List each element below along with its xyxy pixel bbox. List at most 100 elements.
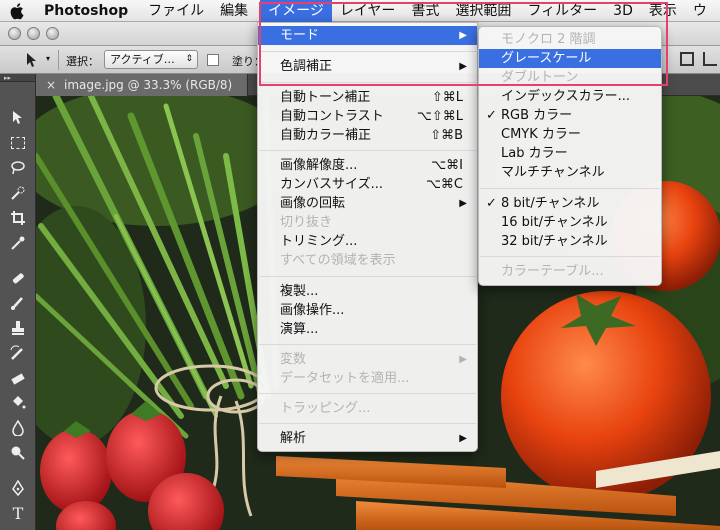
paint-bucket-tool-icon[interactable] — [8, 393, 28, 413]
menu-separator — [259, 150, 476, 151]
mode-item-lab[interactable]: Lab カラー — [479, 144, 661, 163]
menu-item-mode[interactable]: モード ▶ — [258, 26, 477, 45]
checkmark-icon: ✓ — [486, 108, 497, 123]
eraser-tool-icon[interactable] — [8, 368, 28, 388]
menu-edit[interactable]: 編集 — [212, 0, 256, 22]
mode-item-16bit[interactable]: 16 bit/チャンネル — [479, 213, 661, 232]
mode-item-rgb-label: RGB カラー — [501, 108, 573, 123]
menu-item-variables-label: 変数 — [280, 352, 307, 367]
menu-item-apply-image-label: 画像操作... — [280, 303, 345, 318]
crop-tool-icon[interactable] — [8, 208, 28, 228]
select-label: 選択： — [66, 55, 99, 68]
menu-item-analysis[interactable]: 解析 ▶ — [258, 429, 477, 448]
menu-item-trap-label: トラッピング... — [280, 401, 371, 416]
menu-item-calculations-label: 演算... — [280, 322, 319, 337]
mode-item-multichannel[interactable]: マルチチャンネル — [479, 163, 661, 182]
shortcut-auto-tone: ⇧⌘L — [431, 90, 463, 105]
menu-image[interactable]: イメージ — [260, 0, 332, 22]
menu-item-apply-image[interactable]: 画像操作... — [258, 301, 477, 320]
mode-item-bitmap-label: モノクロ 2 階調 — [501, 32, 596, 47]
menu-item-crop-label: 切り抜き — [280, 215, 333, 230]
menu-item-calculations[interactable]: 演算... — [258, 320, 477, 339]
menu-item-apply-dataset: データセットを適用... — [258, 369, 477, 388]
menu-file[interactable]: ファイル — [140, 0, 212, 22]
minimize-window-button[interactable] — [27, 27, 40, 40]
pen-tool-icon[interactable] — [8, 478, 28, 498]
menu-item-trim[interactable]: トリミング... — [258, 232, 477, 251]
close-tab-icon[interactable]: × — [46, 74, 56, 96]
menu-item-canvas-size[interactable]: カンバスサイズ... ⌥⌘C — [258, 175, 477, 194]
mode-item-8bit[interactable]: ✓ 8 bit/チャンネル — [479, 194, 661, 213]
menu-view[interactable]: 表示 — [641, 0, 685, 22]
mode-item-bitmap: モノクロ 2 階調 — [479, 30, 661, 49]
shortcut-auto-color: ⇧⌘B — [430, 128, 463, 143]
updown-icon: ⇕ — [185, 54, 193, 64]
menu-item-image-size[interactable]: 画像解像度... ⌥⌘I — [258, 156, 477, 175]
menu-separator — [259, 82, 476, 83]
menu-item-auto-contrast[interactable]: 自動コントラスト ⌥⇧⌘L — [258, 107, 477, 126]
toolbox: ▸▸ T — [0, 74, 36, 530]
checkbox[interactable] — [207, 54, 219, 66]
menu-item-auto-color-label: 自動カラー補正 — [280, 128, 372, 143]
mode-item-multichannel-label: マルチチャンネル — [501, 165, 605, 180]
menu-item-auto-tone-label: 自動トーン補正 — [280, 90, 371, 105]
zoom-window-button[interactable] — [46, 27, 59, 40]
type-tool-icon[interactable]: T — [8, 503, 28, 523]
mode-item-indexed-color[interactable]: インデックスカラー... — [479, 87, 661, 106]
close-window-button[interactable] — [8, 27, 21, 40]
clone-stamp-tool-icon[interactable] — [8, 318, 28, 338]
mode-item-duotone: ダブルトーン — [479, 68, 661, 87]
menu-layer[interactable]: レイヤー — [332, 0, 404, 22]
submenu-arrow-icon: ▶ — [459, 198, 467, 209]
mode-item-32bit[interactable]: 32 bit/チャンネル — [479, 232, 661, 251]
mode-item-grayscale-label: グレースケール — [501, 51, 592, 66]
quick-selection-tool-icon[interactable] — [8, 183, 28, 203]
menu-item-duplicate[interactable]: 複製... — [258, 282, 477, 301]
mode-item-duotone-label: ダブルトーン — [501, 70, 579, 85]
dodge-tool-icon[interactable] — [8, 443, 28, 463]
healing-brush-tool-icon[interactable] — [8, 268, 28, 288]
mode-submenu: モノクロ 2 階調 グレースケール ダブルトーン インデックスカラー... ✓ … — [478, 26, 662, 286]
lasso-tool-icon[interactable] — [8, 158, 28, 178]
mode-item-16bit-label: 16 bit/チャンネル — [501, 215, 608, 230]
history-brush-tool-icon[interactable] — [8, 343, 28, 363]
checkmark-icon: ✓ — [486, 196, 497, 211]
mode-item-cmyk[interactable]: CMYK カラー — [479, 125, 661, 144]
menu-photoshop[interactable]: Photoshop — [36, 0, 140, 22]
menu-filter[interactable]: フィルター — [519, 0, 605, 22]
apple-icon[interactable] — [0, 0, 36, 22]
menu-item-image-rotation[interactable]: 画像の回転 ▶ — [258, 194, 477, 213]
menu-item-auto-color[interactable]: 自動カラー補正 ⇧⌘B — [258, 126, 477, 145]
menu-item-crop: 切り抜き — [258, 213, 477, 232]
move-tool-icon[interactable] — [8, 108, 28, 128]
menu-item-auto-tone[interactable]: 自動トーン補正 ⇧⌘L — [258, 88, 477, 107]
menu-type[interactable]: 書式 — [403, 0, 447, 22]
align-icon[interactable] — [680, 52, 694, 66]
menu-separator — [480, 256, 660, 257]
eyedropper-tool-icon[interactable] — [8, 233, 28, 253]
select-dropdown[interactable]: アクティブ… ⇕ — [104, 50, 198, 69]
menu-item-variables: 変数 ▶ — [258, 350, 477, 369]
preset-chevron-down-icon[interactable]: ▾ — [46, 54, 50, 63]
toolbox-grip[interactable]: ▸▸ — [0, 74, 35, 82]
mode-item-color-table: カラーテーブル... — [479, 262, 661, 281]
blur-tool-icon[interactable] — [8, 418, 28, 438]
mode-item-grayscale[interactable]: グレースケール — [479, 49, 661, 68]
document-tab[interactable]: × image.jpg @ 33.3% (RGB/8) — [36, 74, 248, 96]
mode-item-cmyk-label: CMYK カラー — [501, 127, 581, 142]
menu-item-reveal-all: すべての領域を表示 — [258, 251, 477, 270]
distribute-icon[interactable] — [703, 52, 717, 66]
marquee-tool-icon[interactable] — [8, 133, 28, 153]
menu-item-canvas-size-label: カンバスサイズ... — [280, 177, 384, 192]
menu-bar: Photoshop ファイル 編集 イメージ レイヤー 書式 選択範囲 フィルタ… — [0, 0, 720, 22]
mode-item-indexed-color-label: インデックスカラー... — [501, 89, 631, 104]
menu-window[interactable]: ウ — [685, 0, 715, 22]
brush-tool-icon[interactable] — [8, 293, 28, 313]
move-tool-preset-icon[interactable] — [22, 51, 40, 69]
menu-item-adjustments[interactable]: 色調補正 ▶ — [258, 57, 477, 76]
image-menu: モード ▶ 色調補正 ▶ 自動トーン補正 ⇧⌘L 自動コントラスト ⌥⇧⌘L 自… — [257, 22, 478, 452]
menu-3d[interactable]: 3D — [605, 0, 641, 22]
menu-select[interactable]: 選択範囲 — [447, 0, 519, 22]
mode-item-rgb[interactable]: ✓ RGB カラー — [479, 106, 661, 125]
menu-separator — [259, 276, 476, 277]
